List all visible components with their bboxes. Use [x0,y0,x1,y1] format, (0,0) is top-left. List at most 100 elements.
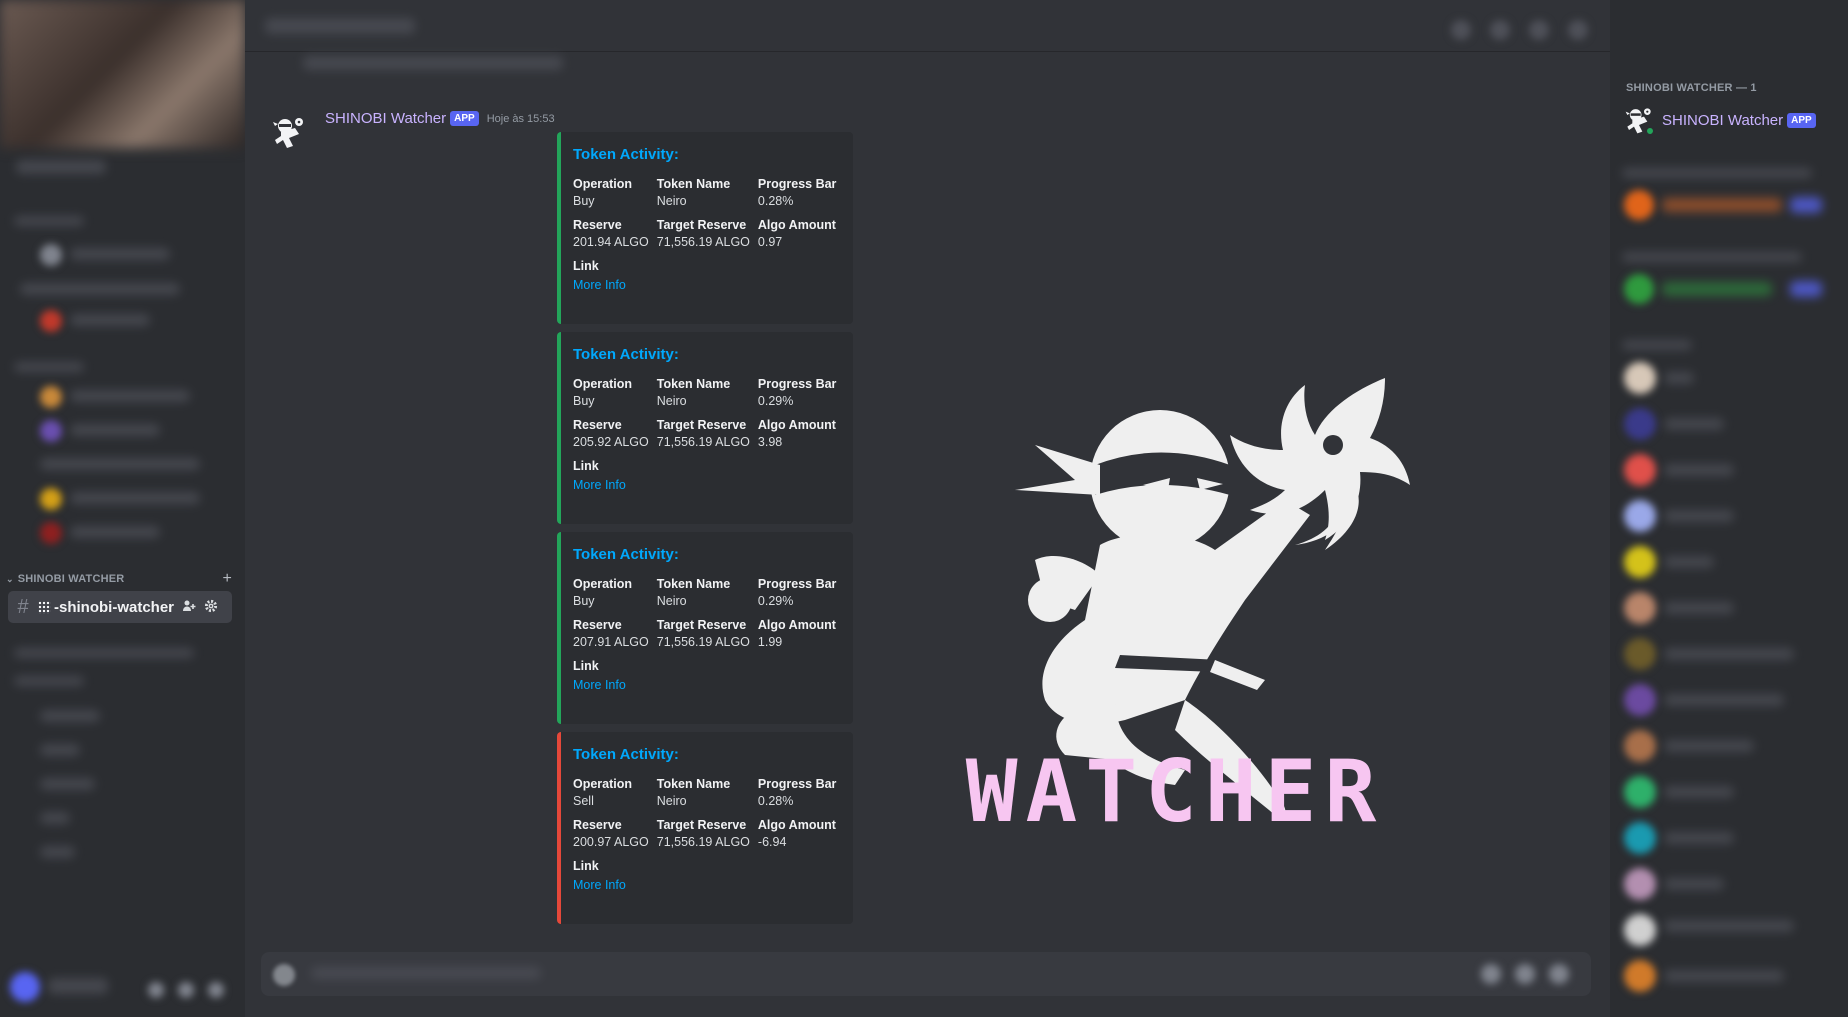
embed-field: Algo Amount 0.97 [758,218,837,249]
field-value: Neiro [656,394,687,408]
embed-link-field: Link More Info [573,259,841,294]
field-name: Progress Bar [757,577,837,591]
embed-field: Token Name Neiro [657,777,750,808]
blurred-member-avatar [1624,638,1656,670]
field-name: Algo Amount [757,218,836,232]
blurred-member-avatar [1624,274,1654,304]
blurred-sidebar-item [20,283,180,295]
embed-title: Token Activity: [573,146,679,163]
field-name: Target Reserve [656,218,747,232]
field-name: Reserve [573,618,622,632]
chevron-down-icon: ⌄ [6,573,14,584]
pin-icon[interactable] [1529,20,1549,40]
blurred-member-name [1662,198,1782,212]
message-input[interactable] [261,952,1591,996]
blurred-member-name [1664,878,1724,890]
gif-icon[interactable] [1515,964,1535,984]
blurred-channel-avatar [40,244,62,266]
blurred-member-avatar [1624,960,1656,992]
notification-icon[interactable] [1490,20,1510,40]
blurred-sidebar-item [14,216,84,226]
embed-field: Progress Bar 0.29% [758,577,837,608]
blurred-member-header [1622,168,1812,178]
blurred-member-avatar [1624,190,1654,220]
blurred-member-avatar [1624,776,1656,808]
blurred-sidebar-item [40,812,70,824]
add-member-icon[interactable] [182,599,196,616]
blurred-member-name [1664,372,1694,384]
field-value: 207.91 ALGO [573,635,649,649]
blurred-member-avatar [1624,914,1656,946]
field-name: Progress Bar [757,177,837,191]
more-info-link[interactable]: More Info [573,278,626,292]
field-value: 71,556.19 ALGO [656,835,750,849]
embed-field: Progress Bar 0.29% [758,377,837,408]
embed-field: Operation Buy [573,177,649,208]
discord-app: ⌄ SHINOBI WATCHER + # -shinobi-watcher S… [0,0,1848,1017]
headphones-icon[interactable] [178,982,194,998]
blurred-member-avatar [1624,684,1656,716]
online-status-icon [1645,126,1655,136]
blurred-channel-avatar [40,386,62,408]
gift-icon[interactable] [1481,964,1501,984]
blurred-member-header [1622,252,1802,262]
author-name[interactable]: SHINOBI Watcher [325,110,446,127]
user-settings-icon[interactable] [208,982,224,998]
blurred-channel-avatar [40,488,62,510]
token-activity-embed: Token Activity: Operation Buy Token Name Nei… [557,532,853,724]
field-name: Progress Bar [757,377,837,391]
embed-field: Reserve 201.94 ALGO [573,218,649,249]
field-name: Token Name [656,177,731,191]
blurred-member-name [1664,970,1784,982]
user-avatar[interactable] [10,972,40,1002]
blurred-member-name [1664,920,1794,932]
blurred-member-name [1664,648,1794,660]
grid-emoji-icon [38,600,51,614]
blurred-member-badge [1790,197,1822,213]
member-list-icon[interactable] [1568,20,1588,40]
blurred-member-name [1664,832,1734,844]
blurred-channel-avatar [40,522,62,544]
field-value: Sell [573,794,594,808]
token-activity-embed: Token Activity: Operation Buy Token Name Nei… [557,332,853,524]
field-value: Neiro [656,794,687,808]
add-channel-icon[interactable]: + [222,570,232,588]
threads-icon[interactable] [1451,20,1471,40]
blurred-sidebar-item [40,846,75,858]
embed-link-field: Link More Info [573,659,841,694]
chat-area: SHINOBI Watcher APP Hoje às 15:53 Token … [245,0,1610,1017]
more-info-link[interactable]: More Info [573,678,626,692]
blurred-member-avatar [1624,362,1656,394]
embed-field: Operation Buy [573,577,649,608]
field-name: Operation [573,177,633,191]
blurred-member-avatar [1624,454,1656,486]
mic-icon[interactable] [148,982,164,998]
embed-fields: Operation Buy Token Name Neiro Progress Bar 0… [573,577,841,649]
attach-plus-icon[interactable] [273,964,295,986]
app-badge: APP [450,111,479,126]
channel-name: -shinobi-watcher [54,598,175,616]
token-activity-embed: Token Activity: Operation Buy Token Name Nei… [557,132,853,324]
field-value: Buy [573,194,595,208]
field-name: Link [573,659,599,673]
channel-item-shinobi-watcher[interactable]: # -shinobi-watcher [8,591,232,623]
field-name: Operation [573,777,633,791]
category-header[interactable]: ⌄ SHINOBI WATCHER + [6,570,232,588]
field-name: Target Reserve [656,418,747,432]
embed-fields: Operation Sell Token Name Neiro Progress Bar… [573,777,841,849]
gear-icon[interactable] [204,599,218,616]
blurred-member-avatar [1624,500,1656,532]
field-name: Link [573,259,599,273]
ninja-avatar-icon[interactable] [269,112,309,152]
field-name: Target Reserve [656,818,747,832]
sticker-icon[interactable] [1549,964,1569,984]
member-item-shinobi-watcher[interactable]: SHINOBI Watcher APP [1622,103,1816,137]
logo-wordmark: WATCHER [965,742,1385,842]
channel-sidebar: ⌄ SHINOBI WATCHER + # -shinobi-watcher [0,0,245,1017]
more-info-link[interactable]: More Info [573,478,626,492]
more-info-link[interactable]: More Info [573,878,626,892]
token-activity-embed: Token Activity: Operation Sell Token Name Ne… [557,732,853,924]
blurred-member-header [1622,340,1692,350]
embed-field: Algo Amount 3.98 [758,418,837,449]
embed-field: Target Reserve 71,556.19 ALGO [657,418,750,449]
